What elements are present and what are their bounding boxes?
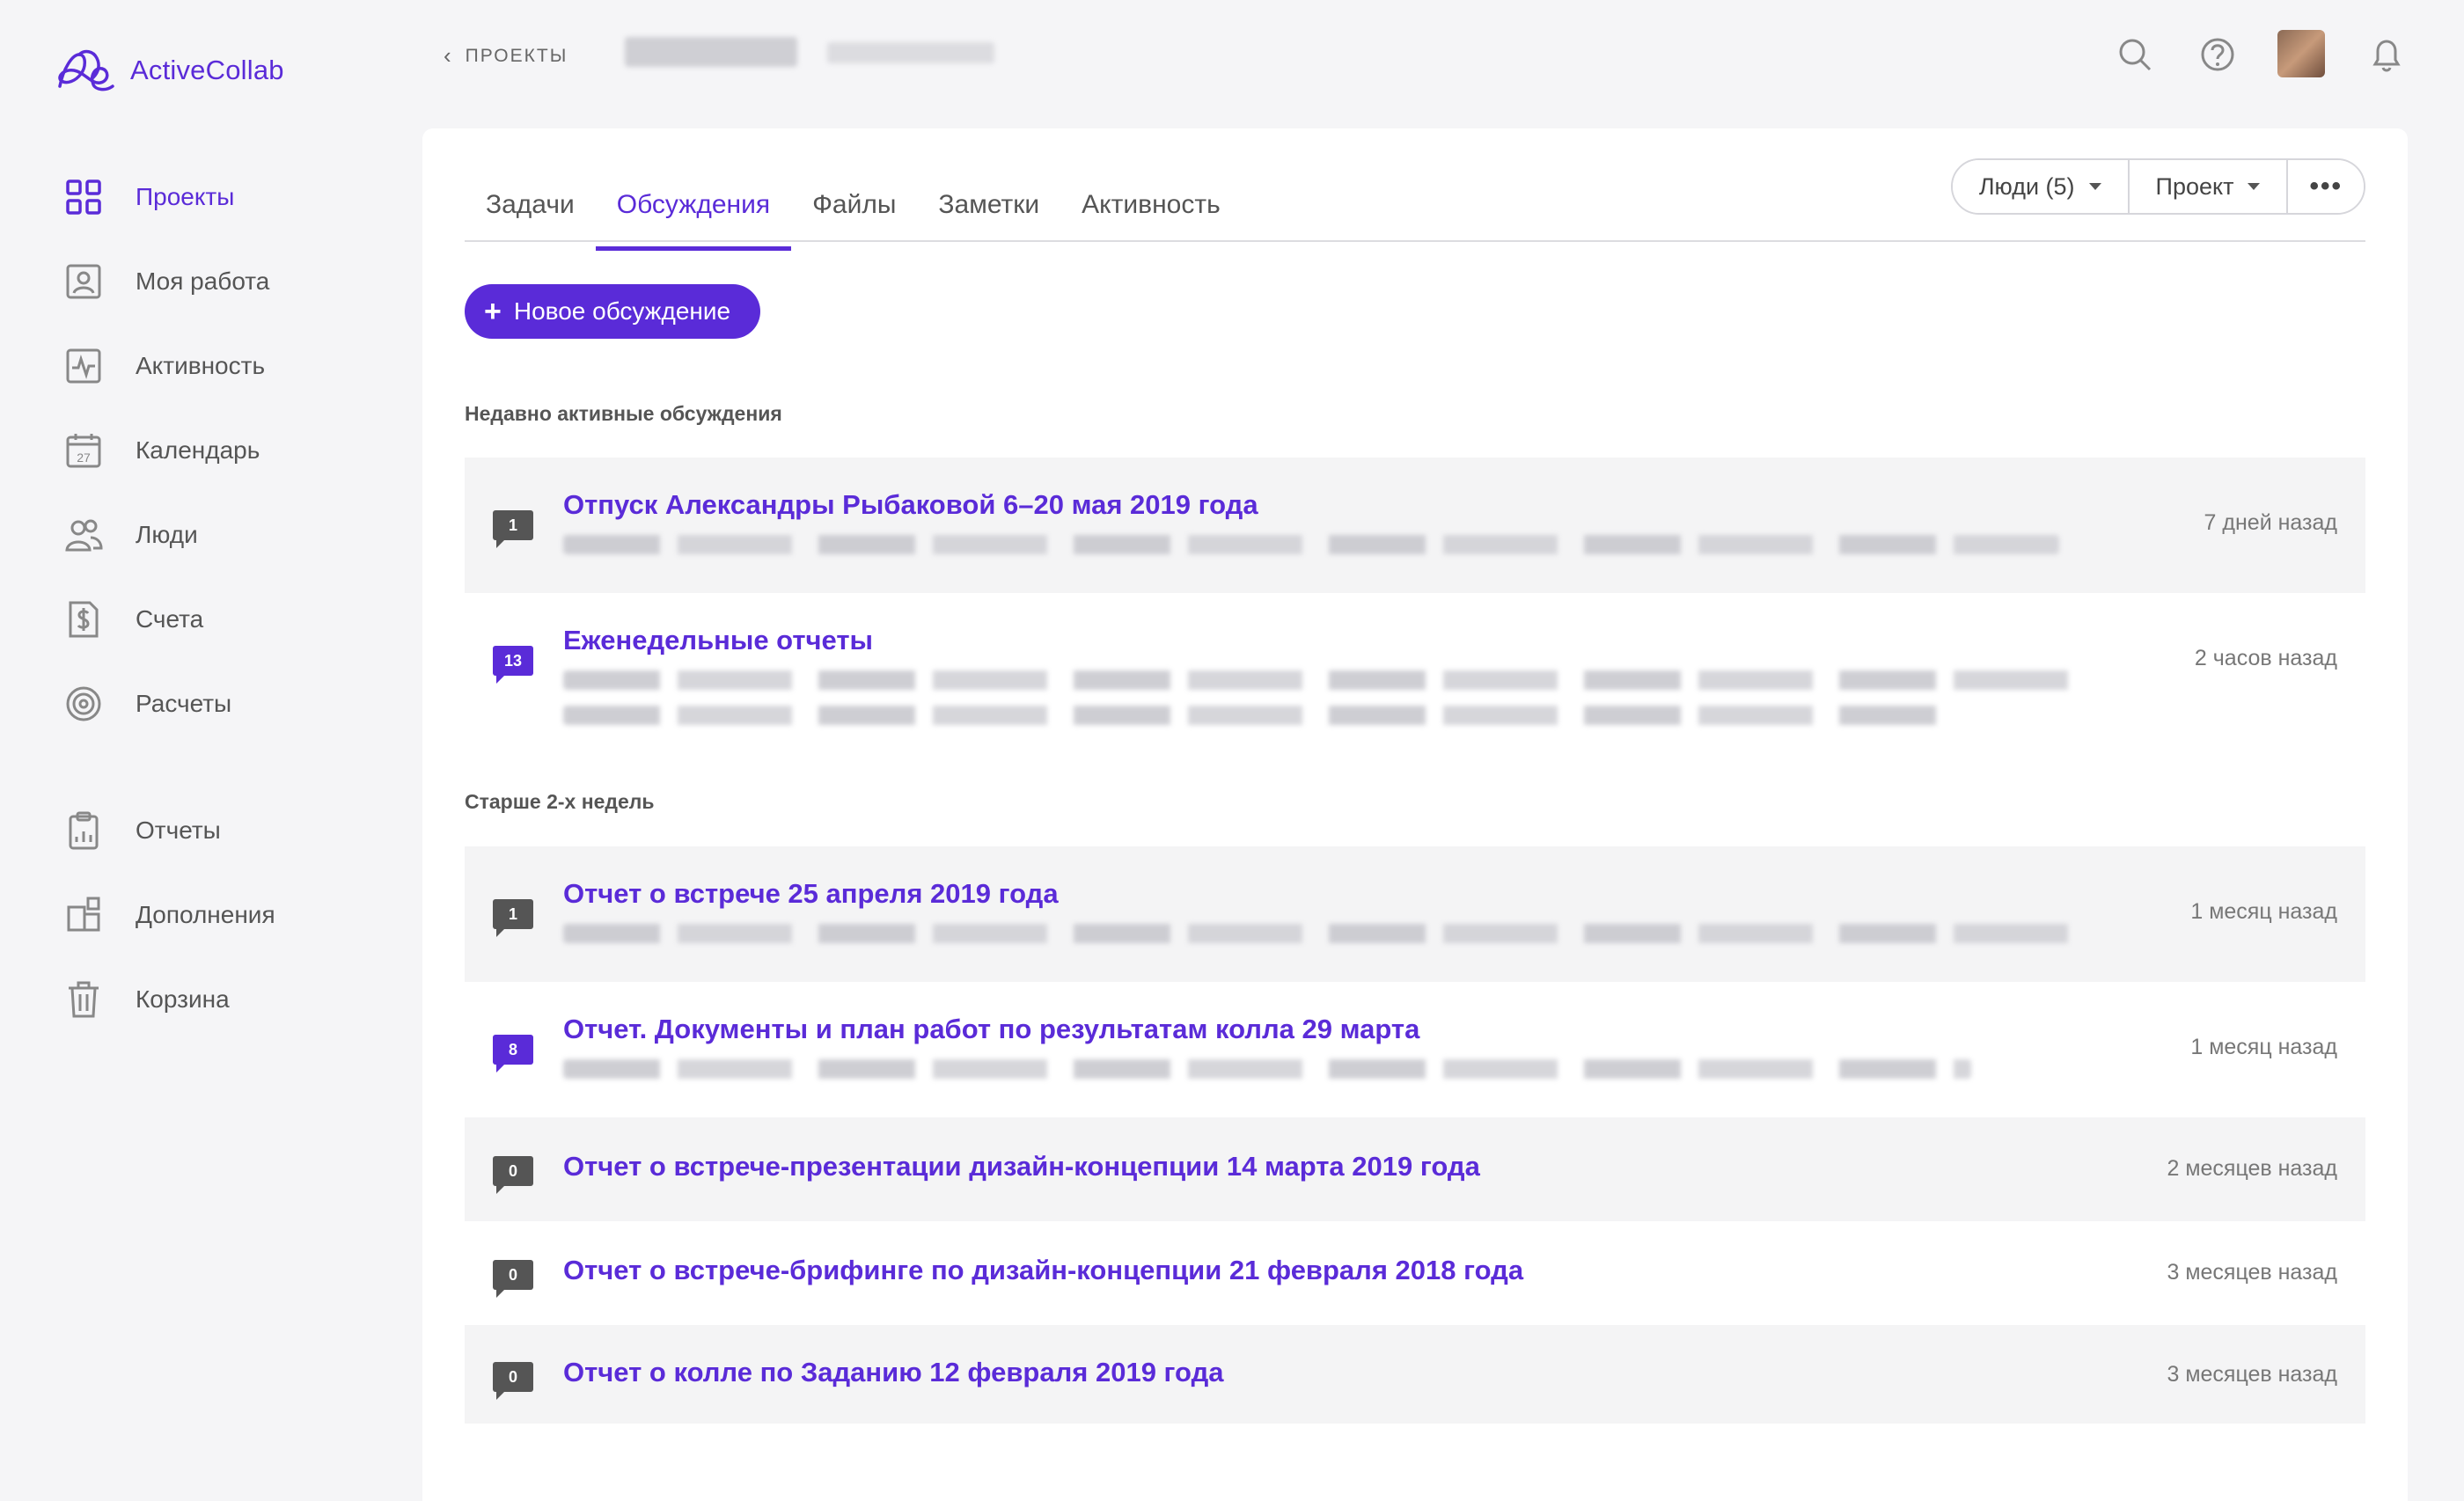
discussion-participants-redacted — [563, 1059, 1971, 1079]
sidebar-item-invoices[interactable]: Счета — [62, 593, 396, 646]
tab-files[interactable]: Файлы — [791, 158, 917, 251]
comment-count-badge: 0 — [493, 1156, 533, 1194]
project-dropdown-button[interactable]: Проект — [2127, 160, 2287, 213]
discussion-title[interactable]: Отчет о встрече 25 апреля 2019 года — [563, 878, 1059, 910]
app-name: ActiveCollab — [130, 55, 284, 85]
discussion-time: 3 месяцев назад — [2167, 1260, 2337, 1285]
comment-count-badge: 0 — [493, 1362, 533, 1400]
discussion-row[interactable]: 1 Отпуск Александры Рыбаковой 6–20 мая 2… — [465, 458, 2365, 593]
sidebar-item-label: Проекты — [136, 183, 235, 210]
tab-activity[interactable]: Активность — [1060, 158, 1242, 251]
sidebar-item-reports[interactable]: Отчеты — [62, 804, 396, 857]
chevron-left-icon: ‹ — [444, 42, 451, 69]
sidebar: ActiveCollab Проекты Моя работа Активнос… — [0, 0, 414, 1501]
sidebar-item-label: Люди — [136, 521, 198, 548]
section-older-title: Старше 2-х недель — [465, 790, 655, 813]
sidebar-item-activity[interactable]: Активность — [62, 340, 396, 392]
app-logo[interactable]: ActiveCollab — [55, 46, 284, 95]
search-icon[interactable] — [2112, 32, 2158, 77]
discussion-time: 2 месяцев назад — [2167, 1156, 2337, 1181]
grid-icon — [62, 175, 106, 219]
comment-count-badge: 0 — [493, 1260, 533, 1298]
project-toolbar: Люди (5) Проект ••• — [1950, 158, 2365, 215]
discussion-title[interactable]: Отчет. Документы и план работ по результ… — [563, 1014, 1419, 1045]
sidebar-item-projects[interactable]: Проекты — [62, 171, 396, 223]
tab-discussions[interactable]: Обсуждения — [595, 158, 792, 251]
activity-icon — [62, 344, 106, 388]
clipboard-icon — [62, 809, 106, 853]
sidebar-item-label: Отчеты — [136, 816, 221, 844]
discussion-time: 1 месяц назад — [2190, 899, 2337, 924]
help-icon[interactable] — [2195, 32, 2240, 77]
sidebar-item-my-work[interactable]: Моя работа — [62, 255, 396, 308]
sidebar-item-calendar[interactable]: 27 Календарь — [62, 424, 396, 477]
comment-count-badge: 1 — [493, 510, 533, 548]
caret-down-icon — [2248, 183, 2261, 190]
main-card: Задачи Обсуждения Файлы Заметки Активнос… — [422, 128, 2408, 1501]
caret-down-icon — [2088, 183, 2101, 190]
sidebar-item-people[interactable]: Люди — [62, 509, 396, 561]
calendar-icon: 27 — [62, 428, 106, 472]
discussion-title[interactable]: Отчет о встрече-презентации дизайн-конце… — [563, 1151, 1480, 1182]
invoice-icon — [62, 597, 106, 641]
people-label: Люди (5) — [1978, 172, 2075, 200]
discussion-time: 7 дней назад — [2204, 510, 2337, 535]
calendar-day: 27 — [77, 450, 91, 465]
discussion-title[interactable]: Отчет о колле по Заданию 12 февраля 2019… — [563, 1357, 1224, 1388]
sidebar-item-estimates[interactable]: Расчеты — [62, 677, 396, 730]
back-label: ПРОЕКТЫ — [465, 45, 568, 66]
addons-icon — [62, 893, 106, 937]
trash-icon — [62, 977, 106, 1021]
discussion-row[interactable]: 0 Отчет о встрече-брифинге по дизайн-кон… — [465, 1221, 2365, 1325]
discussion-time: 1 месяц назад — [2190, 1035, 2337, 1059]
sidebar-item-label: Моя работа — [136, 267, 270, 295]
sidebar-item-label: Корзина — [136, 985, 230, 1013]
discussion-title[interactable]: Отпуск Александры Рыбаковой 6–20 мая 201… — [563, 489, 1258, 521]
new-discussion-label: Новое обсуждение — [513, 297, 731, 325]
back-to-projects-link[interactable]: ‹ ПРОЕКТЫ — [444, 42, 568, 70]
project-tabs: Задачи Обсуждения Файлы Заметки Активнос… — [465, 158, 1242, 251]
section-recent-title: Недавно активные обсуждения — [465, 402, 782, 425]
discussion-row[interactable]: 13 Еженедельные отчеты 2 часов назад — [465, 593, 2365, 750]
discussion-title[interactable]: Отчет о встрече-брифинге по дизайн-конце… — [563, 1255, 1523, 1286]
user-card-icon — [62, 260, 106, 304]
project-client-redacted — [827, 42, 994, 63]
discussion-participants-redacted — [563, 670, 2077, 690]
comment-count-badge: 1 — [493, 899, 533, 937]
discussion-row[interactable]: 0 Отчет о колле по Заданию 12 февраля 20… — [465, 1325, 2365, 1424]
activecollab-logo-icon — [58, 49, 114, 92]
avatar[interactable] — [2277, 30, 2325, 77]
new-discussion-button[interactable]: + Новое обсуждение — [465, 284, 761, 339]
discussion-row[interactable]: 1 Отчет о встрече 25 апреля 2019 года 1 … — [465, 846, 2365, 982]
sidebar-item-addons[interactable]: Дополнения — [62, 889, 396, 941]
target-icon — [62, 682, 106, 726]
discussion-participants-redacted — [563, 706, 1954, 725]
sidebar-item-label: Счета — [136, 605, 204, 633]
sidebar-item-label: Расчеты — [136, 690, 232, 717]
sidebar-item-label: Активность — [136, 352, 266, 379]
tab-tasks[interactable]: Задачи — [465, 158, 596, 251]
project-name-redacted — [625, 37, 797, 67]
more-options-button[interactable]: ••• — [2286, 160, 2364, 213]
tab-notes[interactable]: Заметки — [917, 158, 1060, 251]
project-label: Проект — [2155, 172, 2234, 200]
sidebar-item-trash[interactable]: Корзина — [62, 973, 396, 1026]
discussion-excerpt-redacted — [563, 535, 2059, 554]
discussion-row[interactable]: 0 Отчет о встрече-презентации дизайн-кон… — [465, 1117, 2365, 1221]
comment-count-badge: 13 — [493, 646, 533, 684]
sidebar-item-label: Дополнения — [136, 901, 275, 928]
discussion-title[interactable]: Еженедельные отчеты — [563, 625, 873, 656]
plus-icon: + — [484, 294, 502, 328]
people-icon — [62, 513, 106, 557]
tabs-divider — [465, 240, 2365, 242]
sidebar-item-label: Календарь — [136, 436, 260, 464]
discussion-time: 2 часов назад — [2194, 646, 2337, 670]
people-dropdown-button[interactable]: Люди (5) — [1952, 160, 2128, 213]
bell-icon[interactable] — [2364, 32, 2409, 77]
discussion-row[interactable]: 8 Отчет. Документы и план работ по резул… — [465, 982, 2365, 1117]
discussion-time: 3 месяцев назад — [2167, 1362, 2337, 1387]
comment-count-badge: 8 — [493, 1035, 533, 1073]
discussion-excerpt-redacted — [563, 924, 2077, 943]
